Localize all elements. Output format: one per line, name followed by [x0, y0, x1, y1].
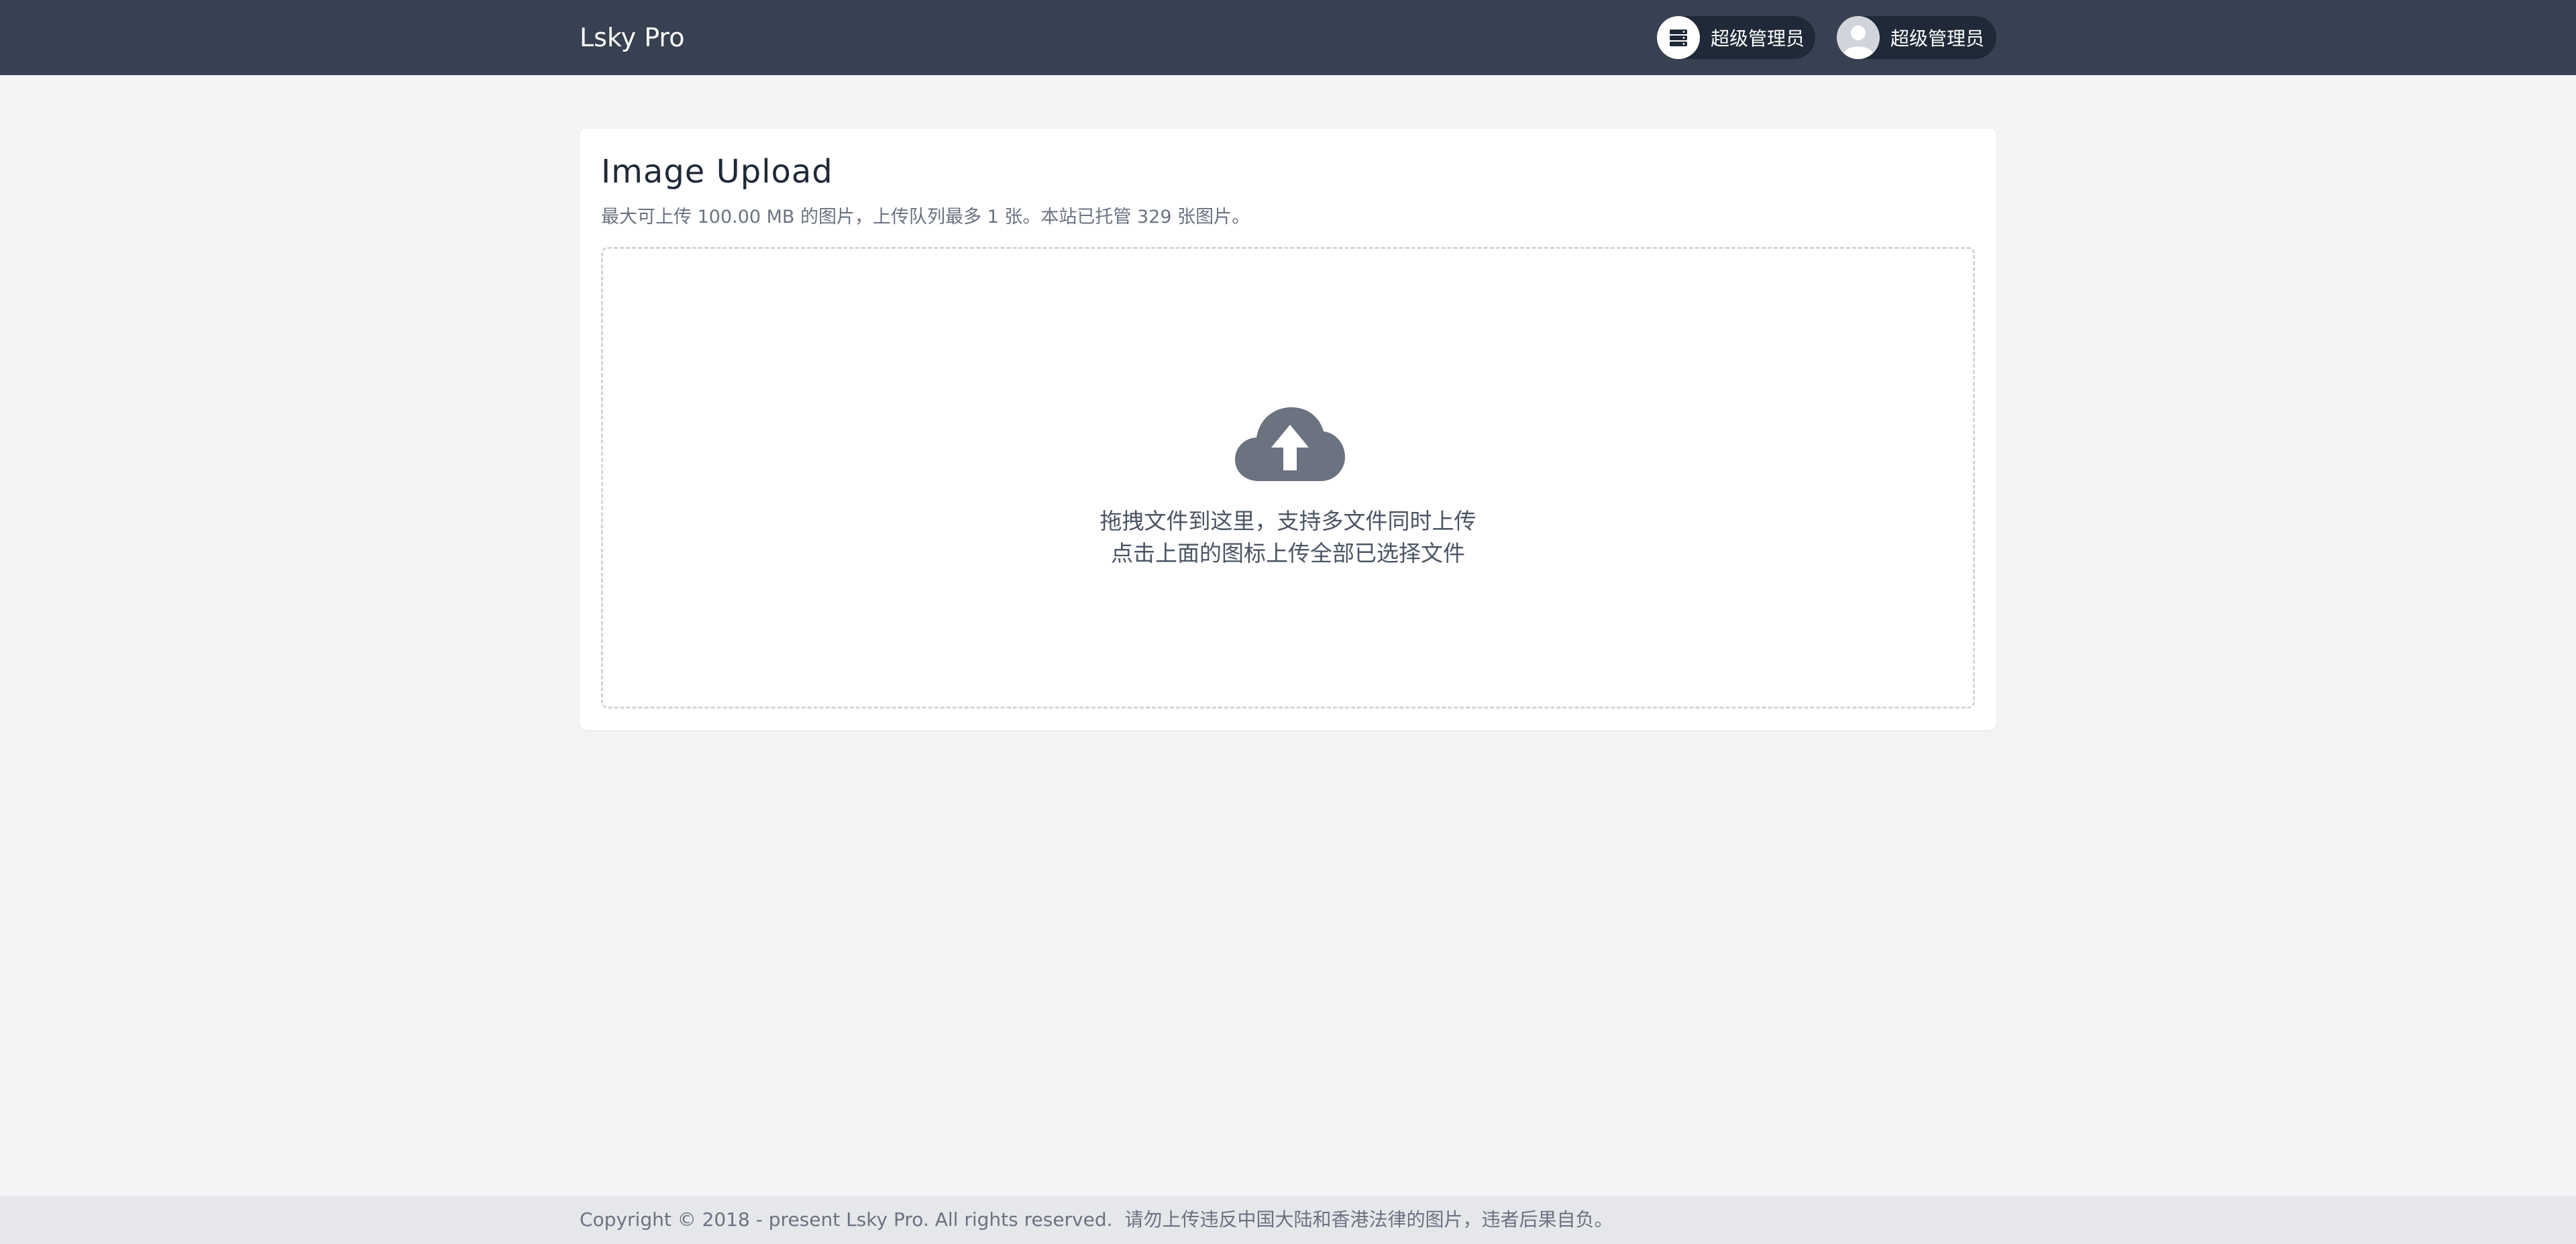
user-avatar-icon: [1837, 16, 1880, 59]
storage-strategy-label: 超级管理员: [1711, 28, 1805, 50]
user-name-label: 超级管理员: [1890, 28, 1985, 50]
copyright-text: Copyright © 2018 - present Lsky Pro. All…: [580, 1208, 1113, 1231]
dropzone-drag-hint: 拖拽文件到这里，支持多文件同时上传: [1099, 508, 1477, 534]
cloud-upload-icon[interactable]: [1234, 405, 1346, 485]
dropzone-click-hint: 点击上面的图标上传全部已选择文件: [1111, 540, 1465, 566]
page-footer: Copyright © 2018 - present Lsky Pro. All…: [0, 1196, 2576, 1244]
brand-logo-text[interactable]: Lsky Pro: [580, 20, 684, 55]
server-stack-icon: [1657, 16, 1700, 59]
upload-limits-text: 最大可上传 100.00 MB 的图片，上传队列最多 1 张。本站已托管 329…: [601, 207, 1250, 227]
top-navbar: Lsky Pro 超级管理员 超级管理员: [0, 0, 2576, 75]
footer-text: Copyright © 2018 - present Lsky Pro. All…: [580, 1205, 1613, 1235]
user-menu-button[interactable]: 超级管理员: [1837, 16, 1996, 59]
upload-card: Image Upload 最大可上传 100.00 MB 的图片，上传队列最多 …: [580, 129, 1996, 730]
page-title: Image Upload: [601, 153, 833, 191]
legal-notice-text: 请勿上传违反中国大陆和香港法律的图片，违者后果自负。: [1124, 1208, 1613, 1231]
storage-strategy-button[interactable]: 超级管理员: [1657, 16, 1815, 59]
upload-dropzone[interactable]: 拖拽文件到这里，支持多文件同时上传 点击上面的图标上传全部已选择文件: [601, 247, 1975, 709]
navbar-container: Lsky Pro 超级管理员 超级管理员: [580, 0, 1996, 75]
